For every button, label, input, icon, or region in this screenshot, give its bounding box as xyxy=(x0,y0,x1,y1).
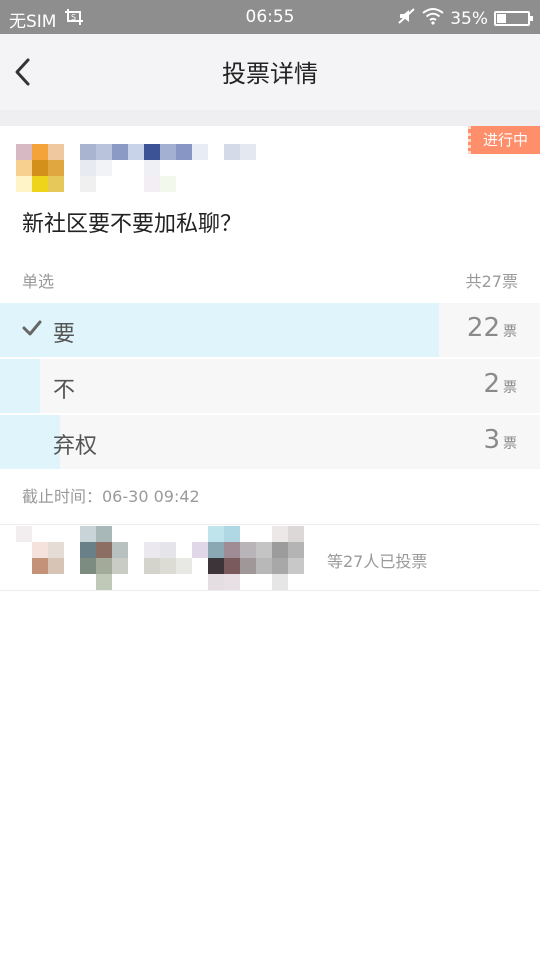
voter-avatars-blurred xyxy=(16,526,304,590)
divider xyxy=(0,524,540,525)
section-divider xyxy=(0,110,540,126)
wifi-icon xyxy=(422,7,444,30)
check-icon xyxy=(22,320,42,336)
option-abstain[interactable]: 弃权 3票 xyxy=(0,415,540,469)
vote-bar xyxy=(0,359,40,413)
poll-type: 单选 xyxy=(22,272,55,291)
deadline-text: 截止时间：06-30 09:42 xyxy=(22,487,200,506)
page-title: 投票详情 xyxy=(222,60,318,88)
option-label: 要 xyxy=(53,322,76,347)
poll-meta: 单选 共27票 xyxy=(22,268,518,292)
voters-count-text: 等27人已投票 xyxy=(327,552,428,571)
total-votes: 共27票 xyxy=(465,272,518,291)
option-count: 2票 xyxy=(483,369,517,399)
nav-bar: 投票详情 xyxy=(0,34,540,110)
avatar[interactable] xyxy=(16,144,64,192)
option-count: 22 票 xyxy=(466,313,517,343)
vote-bar xyxy=(0,415,60,469)
poll-question: 新社区要不要加私聊？ xyxy=(22,212,243,237)
option-count: 3票 xyxy=(483,425,517,455)
poll-options: 要 22 票 不 2票 弃权 3票 xyxy=(0,303,540,471)
battery-percent: 35% xyxy=(450,8,488,29)
battery-icon xyxy=(494,11,533,26)
status-bar: 无SIM S 06:55 35% xyxy=(0,0,540,34)
option-label: 弃权 xyxy=(53,434,98,459)
option-yes[interactable]: 要 22 票 xyxy=(0,303,540,357)
status-badge: 进行中 xyxy=(468,126,540,154)
option-no[interactable]: 不 2票 xyxy=(0,359,540,413)
author-name-blurred xyxy=(80,144,256,192)
option-label: 不 xyxy=(53,378,76,403)
voters-row[interactable]: 等27人已投票 xyxy=(0,526,540,590)
mute-icon xyxy=(398,7,416,30)
divider xyxy=(0,590,540,591)
